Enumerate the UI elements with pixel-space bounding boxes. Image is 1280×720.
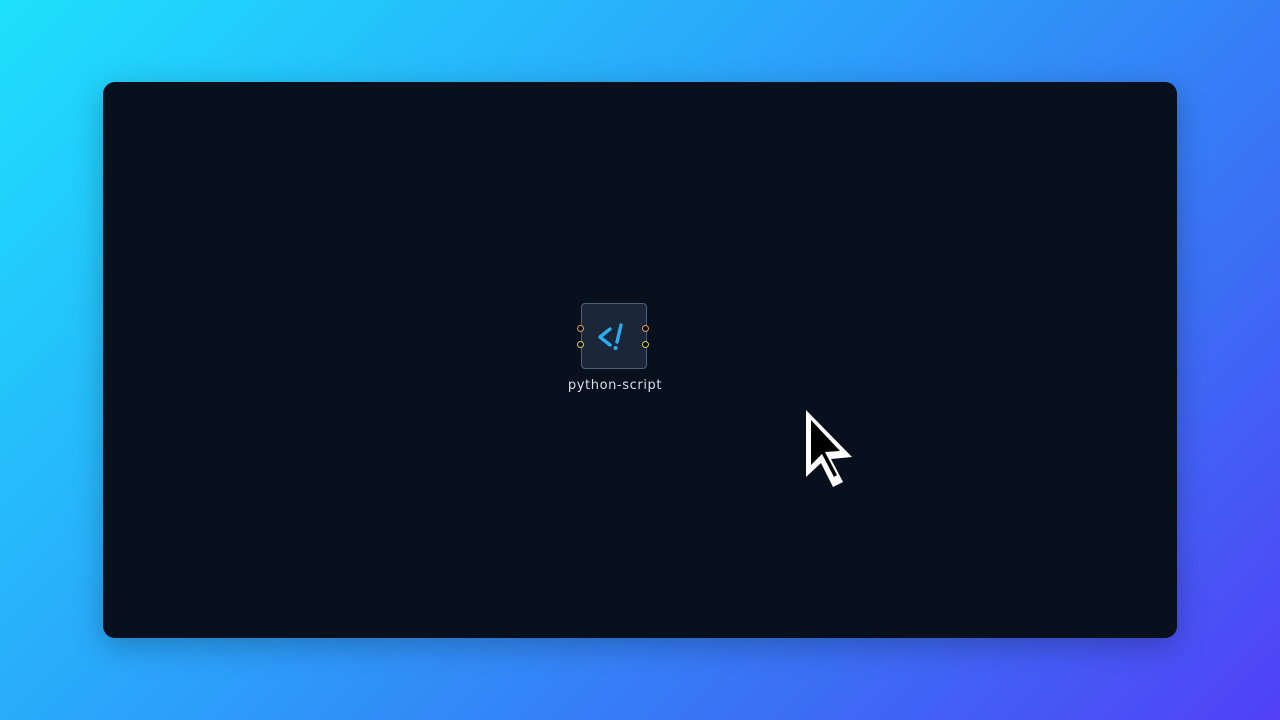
input-port-1[interactable] xyxy=(577,325,584,332)
output-port-2[interactable] xyxy=(642,341,649,348)
node-box[interactable] xyxy=(581,303,647,369)
workflow-canvas[interactable]: python-script xyxy=(103,82,1177,638)
input-port-2[interactable] xyxy=(577,341,584,348)
mouse-pointer-icon xyxy=(806,410,852,487)
output-port-1[interactable] xyxy=(642,325,649,332)
code-icon xyxy=(598,323,623,350)
python-script-node[interactable] xyxy=(577,303,649,371)
node-label: python-script xyxy=(567,378,663,393)
